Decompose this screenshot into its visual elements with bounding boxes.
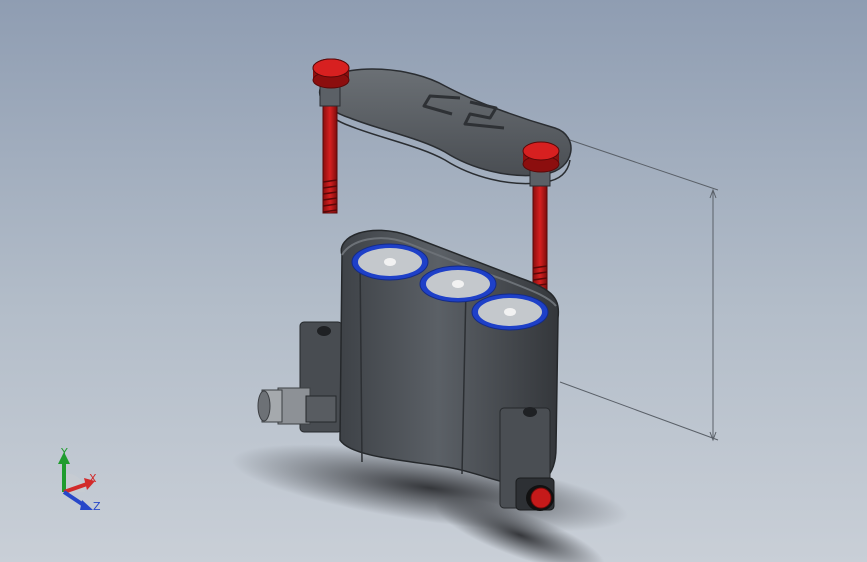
power-button[interactable] <box>526 485 554 511</box>
battery-cell <box>471 293 549 331</box>
x-axis-label: X <box>89 472 97 485</box>
triad-axes <box>58 452 95 510</box>
coordinate-triad[interactable]: Y X Z <box>40 440 120 520</box>
y-axis-label: Y <box>61 446 68 459</box>
dimension-line[interactable] <box>554 134 719 442</box>
cable-gland-fitting[interactable] <box>257 321 343 433</box>
battery-cell <box>419 265 497 303</box>
graphics-viewport[interactable]: Y X Z <box>0 0 867 562</box>
cad-model-scene[interactable] <box>0 0 867 562</box>
z-axis-label: Z <box>93 500 101 513</box>
left-screw[interactable] <box>312 58 350 214</box>
battery-cell <box>351 243 429 281</box>
right-screw[interactable] <box>522 141 560 299</box>
